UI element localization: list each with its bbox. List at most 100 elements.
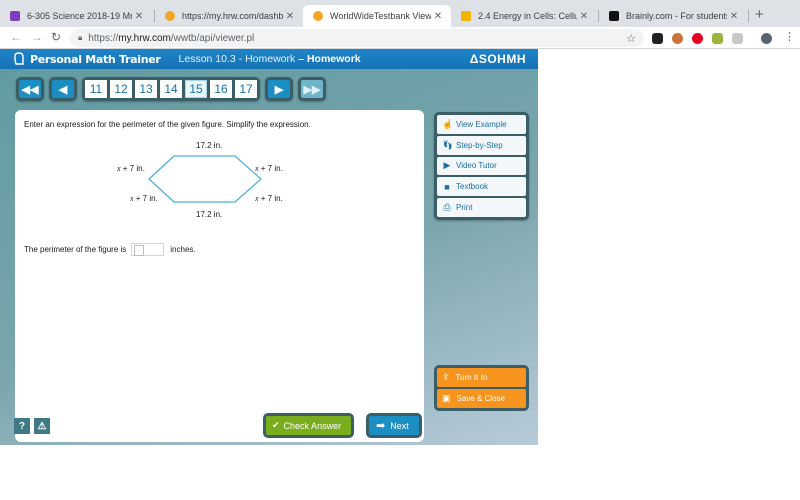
question-number-button[interactable]: 14 (160, 80, 182, 98)
previous-question-button[interactable]: ◀ (52, 80, 74, 98)
forward-arrow-icon[interactable]: → (31, 30, 43, 44)
lower-right-side-label: x + 7 in. (255, 194, 283, 203)
answer-sentence: The perimeter of the figure is inches. (24, 243, 196, 256)
tool-label: Print (456, 203, 473, 213)
report-problem-icon[interactable]: ⚠ (34, 418, 50, 434)
button-label: Check Answer (283, 420, 342, 431)
save-icon: ▣ (442, 393, 451, 403)
slides-icon (461, 11, 471, 21)
upper-left-side-label: x + 7 in. (117, 164, 145, 173)
question-number-button-current[interactable]: 15 (185, 80, 207, 98)
bookmark-star-icon[interactable]: ☆ (626, 32, 636, 45)
lesson-name: Lesson 10.3 - Homework (178, 53, 296, 65)
lesson-title: Lesson 10.3 - Homework – Homework (179, 53, 361, 65)
browser-tab-active[interactable]: WorldWideTestbank Viewer ✕ (303, 5, 451, 27)
tab-title: https://my.hrw.com/dashboard (182, 11, 283, 21)
button-label: Save & Close (456, 394, 505, 403)
brain-logo-icon (14, 52, 24, 65)
question-navigation: ◀◀ ◀ 11 12 13 14 15 16 17 ▶ ▶▶ (16, 77, 326, 101)
close-tab-icon[interactable]: ✕ (727, 11, 741, 22)
perimeter-answer-input[interactable] (131, 243, 165, 256)
answer-unit: inches. (170, 245, 196, 254)
browser-tab[interactable]: 6-305 Science 2018-19 Mr. M ✕ (0, 5, 152, 27)
url-input[interactable]: 🔒︎ https://my.hrw.com/wwtb/api/viewer.pl… (70, 29, 644, 47)
hmh-circle-icon (165, 11, 175, 21)
view-example-button[interactable]: ☝ View Example (437, 115, 526, 134)
question-number-button[interactable]: 17 (235, 80, 257, 98)
last-question-button[interactable]: ▶▶ (301, 80, 323, 98)
address-bar-row: ← → ↻ 🔒︎ https://my.hrw.com/wwtb/api/vie… (0, 27, 800, 49)
math-trainer-app: Personal Math Trainer Lesson 10.3 - Home… (0, 49, 538, 445)
button-label: Turn It In (455, 373, 488, 382)
browser-tab[interactable]: 2.4 Energy in Cells: Cellular Re ✕ (451, 5, 597, 27)
hexagon-shape (148, 155, 262, 203)
url-host: my.hrw.com (118, 32, 171, 44)
footprint-icon: 👣︎ (442, 139, 454, 150)
browser-tab-bar: 6-305 Science 2018-19 Mr. M ✕ https://my… (0, 0, 800, 27)
top-side-label: 17.2 in. (196, 141, 223, 150)
save-and-close-button[interactable]: ▣ Save & Close (437, 389, 526, 408)
arrow-right-icon: ➡ (376, 420, 386, 432)
button-label: Next (390, 420, 409, 431)
extension-icon[interactable] (672, 33, 683, 44)
extension-icon[interactable] (652, 33, 663, 44)
step-by-step-button[interactable]: 👣︎ Step-by-Step (437, 135, 526, 155)
close-tab-icon[interactable]: ✕ (577, 11, 591, 22)
tool-label: Video Tutor (456, 161, 497, 171)
question-panel: Enter an expression for the perimeter of… (15, 110, 424, 442)
tab-title: 2.4 Energy in Cells: Cellular Re (478, 11, 577, 21)
video-tutor-button[interactable]: ▶ Video Tutor (437, 156, 526, 176)
tab-title: WorldWideTestbank Viewer (330, 11, 431, 21)
upper-right-side-label: x + 7 in. (255, 164, 283, 173)
close-tab-icon[interactable]: ✕ (431, 11, 445, 22)
check-answer-button[interactable]: ✔ Check Answer (266, 416, 351, 435)
browser-tab[interactable]: Brainly.com - For students. By ✕ (599, 5, 747, 27)
question-number-list: 11 12 13 14 15 16 17 (82, 77, 260, 101)
turn-in-icon: ⇪ (442, 372, 450, 382)
first-question-button[interactable]: ◀◀ (19, 80, 41, 98)
bottom-side-label: 17.2 in. (196, 210, 223, 219)
help-tools-panel: ☝ View Example 👣︎ Step-by-Step ▶ Video Tuto… (434, 112, 529, 220)
tab-title: Brainly.com - For students. By (626, 11, 727, 21)
assignment-type: – Homework (298, 53, 361, 65)
question-counter: Question 15 of 17 (120, 420, 207, 432)
extension-icon[interactable] (732, 33, 743, 44)
brainly-icon (609, 11, 619, 21)
menu-kebab-icon[interactable]: ⋮ (784, 30, 795, 43)
lock-icon: 🔒︎ (78, 33, 83, 42)
tab-title: 6-305 Science 2018-19 Mr. M (27, 11, 132, 21)
extension-icon[interactable] (712, 33, 723, 44)
hmh-logo: ΔSOHMH (469, 52, 526, 66)
reload-icon[interactable]: ↻ (51, 30, 61, 44)
back-arrow-icon[interactable]: ← (10, 30, 22, 44)
question-number-button[interactable]: 11 (85, 80, 107, 98)
help-icon[interactable]: ? (14, 418, 30, 434)
answer-label: The perimeter of the figure is (24, 245, 127, 254)
lower-left-side-label: x + 7 in. (130, 194, 158, 203)
play-circle-icon: ▶ (443, 160, 451, 171)
close-tab-icon[interactable]: ✕ (132, 11, 146, 22)
close-tab-icon[interactable]: ✕ (283, 11, 297, 22)
book-icon: ■ (444, 181, 450, 192)
classroom-icon (10, 11, 20, 21)
question-number-button[interactable]: 16 (210, 80, 232, 98)
textbook-button[interactable]: ■ Textbook (437, 177, 526, 197)
next-container: ➡ Next (366, 413, 422, 438)
next-question-button[interactable]: ▶ (268, 80, 290, 98)
turn-it-in-button[interactable]: ⇪ Turn It In (437, 368, 526, 387)
print-button[interactable]: ⎙ Print (437, 198, 526, 217)
pinterest-icon[interactable] (692, 33, 703, 44)
footer-icons: ? ⚠ (14, 418, 50, 434)
hmh-circle-icon (313, 11, 323, 21)
question-number-button[interactable]: 12 (110, 80, 132, 98)
profile-avatar[interactable] (761, 33, 772, 44)
new-tab-button[interactable]: + (755, 6, 764, 23)
browser-tab[interactable]: https://my.hrw.com/dashboard ✕ (155, 5, 303, 27)
app-header: Personal Math Trainer Lesson 10.3 - Home… (0, 49, 538, 69)
checkmark-icon: ✔ (272, 420, 280, 430)
next-button[interactable]: ➡ Next (369, 416, 419, 435)
submit-actions-panel: ⇪ Turn It In ▣ Save & Close (434, 365, 529, 411)
question-number-button[interactable]: 13 (135, 80, 157, 98)
tool-label: View Example (456, 119, 507, 129)
url-path: /wwtb/api/viewer.pl (170, 32, 255, 44)
